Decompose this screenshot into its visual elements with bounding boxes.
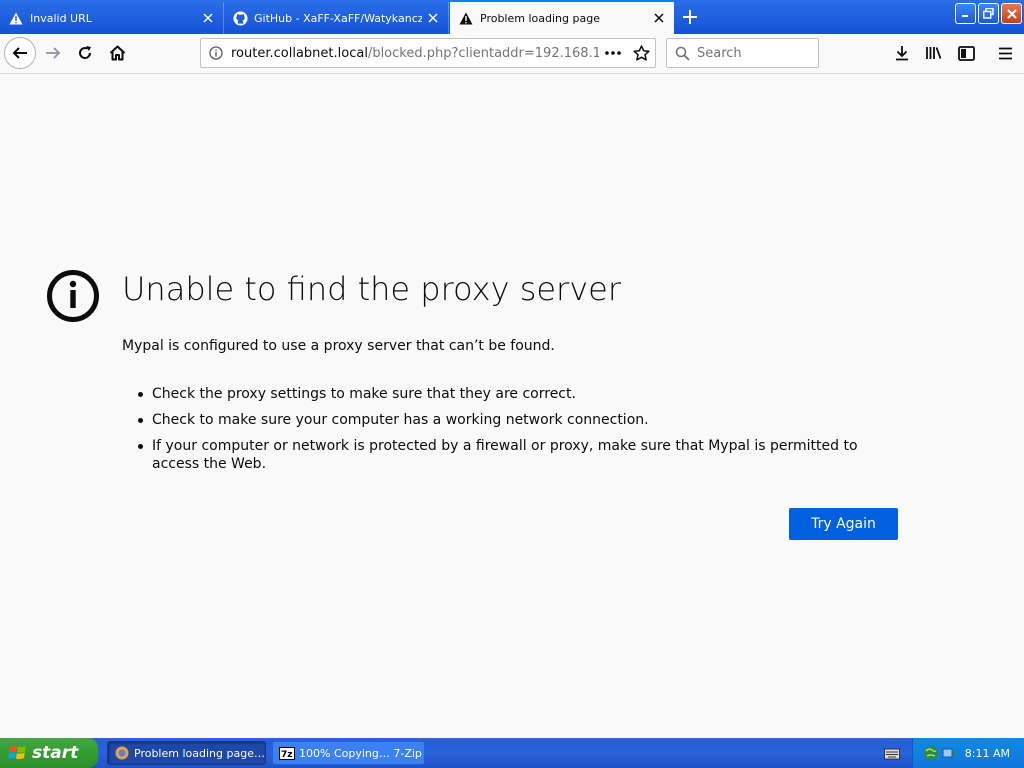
tab-title: GitHub - XaFF-XaFF/Watykanczyk: [254, 11, 422, 25]
close-tab-icon[interactable]: [652, 11, 666, 25]
tab-strip: Invalid URL GitHub - XaFF-XaFF/Watykancz…: [0, 0, 1024, 34]
url-host: router.collabnet.local: [231, 45, 368, 61]
download-arrow-icon: [896, 46, 908, 61]
github-icon: [232, 10, 248, 26]
try-again-button[interactable]: Try Again: [789, 508, 898, 540]
taskbar-item-label: Problem loading page…: [134, 746, 265, 760]
error-page: Unable to find the proxy server Mypal is…: [0, 74, 1024, 738]
taskbar-item-browser[interactable]: Problem loading page…: [107, 741, 266, 765]
address-bar[interactable]: router.collabnet.local/blocked.php?clien…: [200, 38, 656, 68]
new-tab-button[interactable]: [678, 5, 702, 29]
suggestion-item: Check the proxy settings to make sure th…: [138, 385, 902, 403]
reload-icon: [79, 46, 92, 59]
info-icon: [47, 270, 99, 322]
clock: 8:11 AM: [964, 746, 1010, 760]
tab-problem-loading[interactable]: Problem loading page: [450, 0, 674, 34]
home-icon: [109, 45, 125, 61]
suggestion-list: Check the proxy settings to make sure th…: [122, 385, 902, 481]
sidebar-button[interactable]: [951, 38, 981, 68]
library-button[interactable]: [919, 38, 949, 68]
start-button[interactable]: start: [0, 738, 98, 768]
page-actions-icon[interactable]: [599, 51, 627, 55]
home-button[interactable]: [102, 38, 132, 68]
error-title: Unable to find the proxy server: [122, 270, 621, 308]
bookmark-star-icon[interactable]: [627, 45, 655, 61]
arrow-right-icon: [46, 47, 61, 59]
info-icon[interactable]: [201, 46, 231, 60]
library-icon: [926, 47, 942, 59]
close-window-button[interactable]: [1001, 3, 1022, 24]
url-text[interactable]: router.collabnet.local/blocked.php?clien…: [231, 46, 599, 61]
hamburger-menu-icon: [998, 47, 1012, 59]
restore-icon: [983, 8, 994, 19]
close-tab-icon[interactable]: [426, 11, 440, 25]
minimize-button[interactable]: [955, 3, 976, 24]
windows-logo-icon: [8, 745, 26, 760]
close-icon: [1006, 8, 1017, 19]
restore-button[interactable]: [978, 3, 999, 24]
browser-icon: [114, 745, 130, 761]
taskbar-item-label: 100% Copying… 7-Zip: [299, 746, 422, 760]
search-input[interactable]: [697, 45, 807, 61]
svg-text:7z: 7z: [281, 750, 293, 760]
warning-icon: [458, 10, 474, 26]
system-tray: 8:11 AM: [912, 738, 1024, 768]
tab-title: Problem loading page: [480, 11, 600, 25]
safely-remove-icon[interactable]: [942, 746, 956, 760]
search-icon: [667, 46, 697, 61]
navigation-toolbar: router.collabnet.local/blocked.php?clien…: [0, 34, 1024, 74]
keyboard-icon[interactable]: [884, 746, 900, 765]
error-description: Mypal is configured to use a proxy serve…: [122, 338, 555, 354]
minimize-icon: [962, 15, 968, 17]
downloads-button[interactable]: [887, 38, 917, 68]
network-icon[interactable]: [923, 745, 939, 761]
tab-title: Invalid URL: [30, 11, 92, 25]
url-path: /blocked.php?clientaddr=192.168.1.13: [367, 45, 599, 61]
forward-button[interactable]: [38, 38, 68, 68]
suggestion-item: If your computer or network is protected…: [138, 437, 902, 473]
reload-button[interactable]: [70, 38, 100, 68]
sidebar-icon: [957, 45, 975, 61]
suggestion-item: Check to make sure your computer has a w…: [138, 411, 902, 429]
back-button[interactable]: [4, 37, 36, 69]
tab-github[interactable]: GitHub - XaFF-XaFF/Watykanczyk: [224, 2, 449, 34]
taskbar-item-7zip[interactable]: 7z 100% Copying… 7-Zip: [272, 741, 425, 765]
menu-button[interactable]: [990, 38, 1020, 68]
search-bar[interactable]: [666, 38, 819, 68]
close-tab-icon[interactable]: [201, 11, 215, 25]
plus-icon: [683, 10, 697, 24]
arrow-left-icon: [12, 47, 27, 59]
taskbar: start Problem loading page… 7z 100% Copy…: [0, 738, 1024, 768]
warning-icon: [8, 10, 24, 26]
7zip-icon: 7z: [279, 745, 295, 761]
start-label: start: [32, 743, 79, 763]
tab-invalid-url[interactable]: Invalid URL: [0, 2, 224, 34]
